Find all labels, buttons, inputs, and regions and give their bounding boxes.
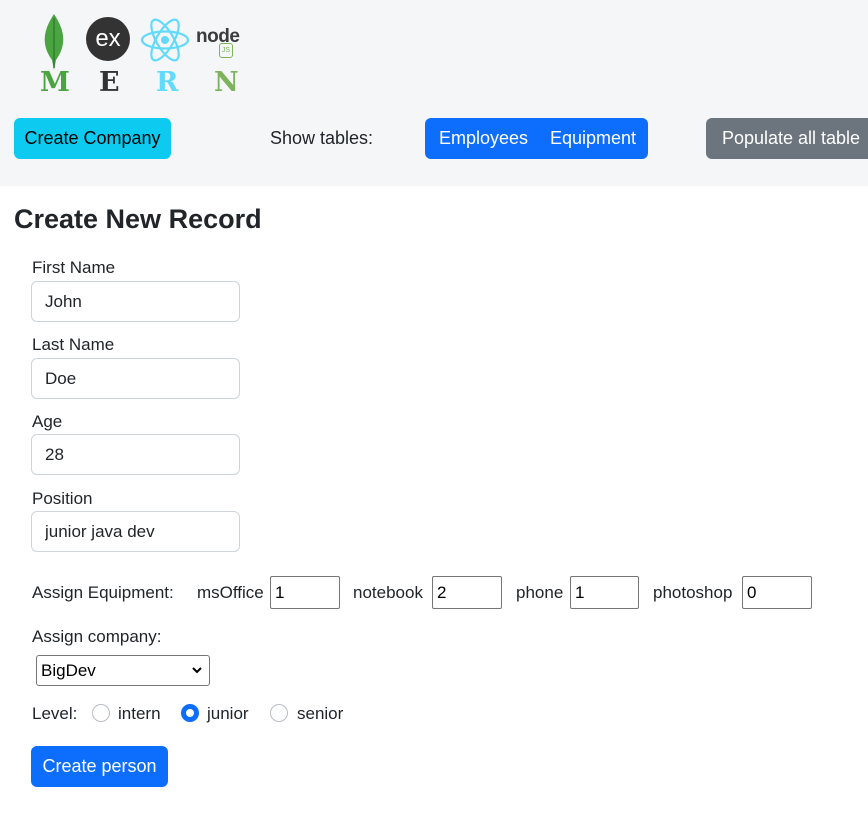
equipment-table-button[interactable]: Equipment <box>550 128 636 149</box>
level-senior-label: senior <box>297 704 344 723</box>
create-person-button[interactable]: Create person <box>31 746 168 787</box>
notebook-label: notebook <box>353 583 423 602</box>
photoshop-quantity-input[interactable] <box>742 576 812 609</box>
level-label: Level: <box>32 704 78 723</box>
position-input[interactable] <box>31 511 240 552</box>
show-tables-label: Show tables: <box>270 128 374 148</box>
nodejs-icon: node JS <box>196 26 256 60</box>
age-label: Age <box>32 412 63 431</box>
level-intern-label: intern <box>118 704 161 723</box>
app-header: ex node JS M E R N Create Company Show t… <box>0 0 868 186</box>
msoffice-label: msOffice <box>197 583 264 602</box>
company-select-value: BigDev <box>41 661 96 680</box>
position-label: Position <box>32 489 93 508</box>
page-title: Create New Record <box>14 204 262 234</box>
msoffice-quantity-input[interactable] <box>270 576 340 609</box>
company-select[interactable]: BigDev <box>36 655 210 686</box>
logo-letter-m: M <box>40 67 70 98</box>
react-atom-icon <box>140 18 190 62</box>
table-button-group: Employees Equipment <box>425 118 648 159</box>
logo-letter-r: R <box>156 67 179 98</box>
phone-quantity-input[interactable] <box>570 576 639 609</box>
create-company-label: Create Company <box>24 128 161 148</box>
express-logo-text: ex <box>95 25 121 52</box>
express-ex-icon: ex <box>86 17 130 61</box>
create-person-label: Create person <box>42 756 157 776</box>
assign-company-label: Assign company: <box>32 627 162 646</box>
first-name-label: First Name <box>32 258 116 277</box>
level-senior-radio[interactable] <box>270 704 288 722</box>
node-js-badge: JS <box>219 43 233 58</box>
level-junior-label: junior <box>207 704 249 723</box>
assign-equipment-label: Assign Equipment: <box>32 583 174 602</box>
phone-label: phone <box>516 583 564 602</box>
level-junior-radio[interactable] <box>181 704 199 722</box>
logo-letter-n: N <box>214 67 239 98</box>
chevron-down-icon <box>192 667 202 674</box>
notebook-quantity-input[interactable] <box>432 576 502 609</box>
first-name-input[interactable] <box>31 281 240 322</box>
create-company-button[interactable]: Create Company <box>14 118 171 159</box>
employees-table-button[interactable]: Employees <box>439 128 528 149</box>
photoshop-label: photoshop <box>653 583 733 602</box>
logo-letter-e: E <box>99 67 120 98</box>
mongodb-leaf-icon <box>44 14 64 70</box>
age-input[interactable] <box>31 434 240 475</box>
populate-label: Populate all table <box>721 128 861 148</box>
level-intern-radio[interactable] <box>92 704 110 722</box>
last-name-label: Last Name <box>32 335 115 354</box>
populate-all-table-button[interactable]: Populate all table <box>706 118 868 159</box>
last-name-input[interactable] <box>31 358 240 399</box>
